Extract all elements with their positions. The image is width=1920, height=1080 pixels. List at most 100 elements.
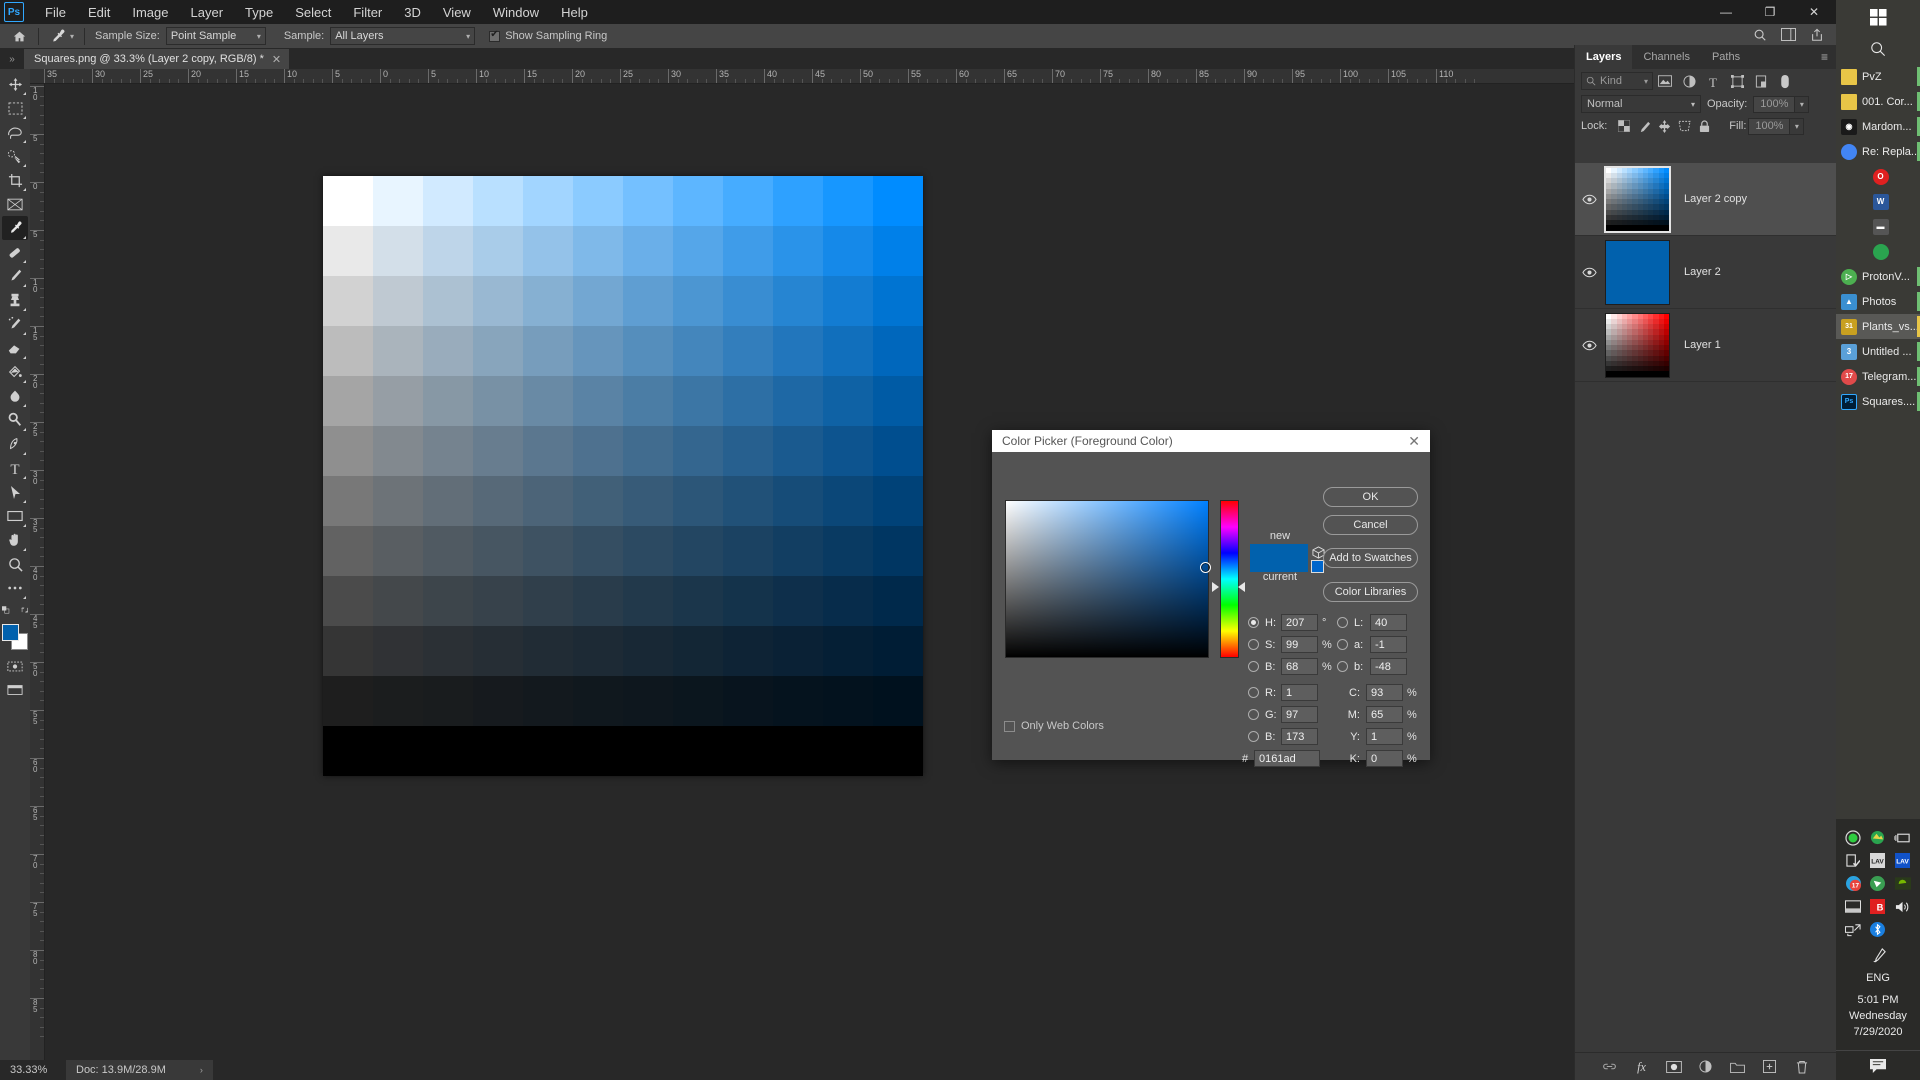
lock-position-icon[interactable] — [1655, 117, 1673, 135]
menu-edit[interactable]: Edit — [77, 2, 121, 23]
canvas-cell[interactable] — [673, 526, 723, 576]
hue-input[interactable]: 207 — [1281, 614, 1318, 631]
search-icon[interactable] — [1836, 34, 1920, 64]
lab-a-field-row[interactable]: a: -1 — [1337, 636, 1407, 653]
canvas-cell[interactable] — [823, 376, 873, 426]
canvas-cell[interactable] — [373, 326, 423, 376]
canvas-cell[interactable] — [473, 476, 523, 526]
red-field-row[interactable]: R: 1 — [1248, 684, 1318, 701]
taskbar-item[interactable]: ◉ Mardom... — [1836, 114, 1920, 139]
lab-a-radio[interactable] — [1337, 639, 1348, 650]
canvas-cell[interactable] — [523, 726, 573, 776]
canvas-cell[interactable] — [523, 476, 573, 526]
canvas-cell[interactable] — [723, 226, 773, 276]
foreground-color-swatch[interactable] — [2, 624, 19, 641]
quick-selection-tool[interactable] — [2, 144, 28, 168]
vertical-ruler[interactable]: 1050510152025303540455055606570758085 — [30, 84, 45, 1060]
edit-toolbar-tool[interactable] — [2, 576, 28, 600]
canvas-cell[interactable] — [773, 326, 823, 376]
canvas-cell[interactable] — [673, 676, 723, 726]
hex-input[interactable]: 0161ad — [1254, 750, 1320, 767]
taskbar-item[interactable]: Re: Repla... — [1836, 139, 1920, 164]
canvas-cell[interactable] — [623, 226, 673, 276]
document-tab[interactable]: Squares.png @ 33.3% (Layer 2 copy, RGB/8… — [24, 49, 290, 69]
canvas-cell[interactable] — [773, 526, 823, 576]
canvas-cell[interactable] — [723, 326, 773, 376]
volume-icon[interactable] — [1894, 898, 1911, 915]
canvas-cell[interactable] — [823, 276, 873, 326]
canvas-cell[interactable] — [373, 726, 423, 776]
cyan-input[interactable]: 93 — [1366, 684, 1403, 701]
canvas-cell[interactable] — [473, 176, 523, 226]
canvas-cell[interactable] — [723, 576, 773, 626]
add-layer-style-icon[interactable]: fx — [1633, 1058, 1651, 1076]
magenta-field-row[interactable]: M: 65 % — [1344, 706, 1419, 723]
canvas-cell[interactable] — [323, 376, 373, 426]
frame-tool[interactable] — [2, 192, 28, 216]
minimize-button[interactable]: — — [1704, 0, 1748, 24]
canvas-cell[interactable] — [823, 226, 873, 276]
share-icon[interactable] — [1810, 28, 1824, 45]
layer-thumbnail[interactable] — [1605, 239, 1670, 305]
rectangle-tool[interactable] — [2, 504, 28, 528]
canvas-cell[interactable] — [623, 476, 673, 526]
canvas-cell[interactable] — [523, 226, 573, 276]
canvas-cell[interactable] — [573, 226, 623, 276]
canvas-cell[interactable] — [673, 476, 723, 526]
canvas-cell[interactable] — [773, 726, 823, 776]
new-group-icon[interactable] — [1729, 1058, 1747, 1076]
workspace-icon[interactable] — [1781, 28, 1796, 44]
opacity-stepper-icon[interactable]: ▾ — [1795, 95, 1810, 113]
chevron-right-icon[interactable]: › — [200, 1065, 203, 1075]
lock-all-icon[interactable] — [1695, 117, 1713, 135]
canvas-cell[interactable] — [373, 176, 423, 226]
canvas-cell[interactable] — [623, 676, 673, 726]
canvas-cell[interactable] — [873, 176, 923, 226]
canvas-cell[interactable] — [423, 376, 473, 426]
taskbar-item[interactable]: ▷ ProtonV... — [1836, 264, 1920, 289]
brightness-radio[interactable] — [1248, 661, 1259, 672]
show-sampling-ring-checkbox[interactable]: Show Sampling Ring — [489, 29, 607, 42]
canvas-cell[interactable] — [673, 626, 723, 676]
canvas-cell[interactable] — [673, 226, 723, 276]
canvas-cell[interactable] — [323, 726, 373, 776]
sample-select[interactable]: All Layers ▾ — [330, 27, 476, 45]
nvidia-icon[interactable] — [1894, 875, 1911, 892]
usb-eject-icon[interactable] — [1845, 852, 1862, 869]
canvas-cell[interactable] — [423, 226, 473, 276]
canvas-cell[interactable] — [323, 476, 373, 526]
taskbar-item[interactable]: O — [1836, 164, 1920, 189]
lab-l-field-row[interactable]: L: 40 — [1337, 614, 1407, 631]
canvas-cell[interactable] — [823, 526, 873, 576]
cancel-button[interactable]: Cancel — [1323, 515, 1418, 535]
canvas-cell[interactable] — [373, 576, 423, 626]
gradient-tool[interactable] — [2, 360, 28, 384]
canvas-cell[interactable] — [523, 276, 573, 326]
taskbar-item[interactable]: W — [1836, 189, 1920, 214]
canvas-cell[interactable] — [323, 676, 373, 726]
layer-visibility-icon[interactable] — [1575, 194, 1603, 205]
eraser-tool[interactable] — [2, 336, 28, 360]
black-input[interactable]: 0 — [1366, 750, 1403, 767]
canvas-cell[interactable] — [423, 276, 473, 326]
taskbar-item[interactable]: 3 Untitled ... — [1836, 339, 1920, 364]
sample-size-select[interactable]: Point Sample ▾ — [165, 27, 266, 45]
image-canvas[interactable] — [323, 176, 923, 776]
taskbar-item[interactable] — [1836, 239, 1920, 264]
saturation-radio[interactable] — [1248, 639, 1259, 650]
canvas-cell[interactable] — [673, 426, 723, 476]
active-tool-preset[interactable]: ▾ — [45, 28, 78, 45]
canvas-cell[interactable] — [373, 476, 423, 526]
lab-b-radio[interactable] — [1337, 661, 1348, 672]
red-input[interactable]: 1 — [1281, 684, 1318, 701]
zoom-tool[interactable] — [2, 552, 28, 576]
canvas-cell[interactable] — [473, 726, 523, 776]
canvas-cell[interactable] — [323, 276, 373, 326]
yellow-field-row[interactable]: Y: 1 % — [1344, 728, 1419, 745]
canvas-cell[interactable] — [673, 576, 723, 626]
windows-start-icon[interactable] — [1836, 0, 1920, 34]
fill-value[interactable]: 100% — [1748, 117, 1791, 135]
color-picker-title-bar[interactable]: Color Picker (Foreground Color) ✕ — [992, 430, 1430, 452]
blue-field-row[interactable]: B: 173 — [1248, 728, 1318, 745]
menu-type[interactable]: Type — [234, 2, 284, 23]
